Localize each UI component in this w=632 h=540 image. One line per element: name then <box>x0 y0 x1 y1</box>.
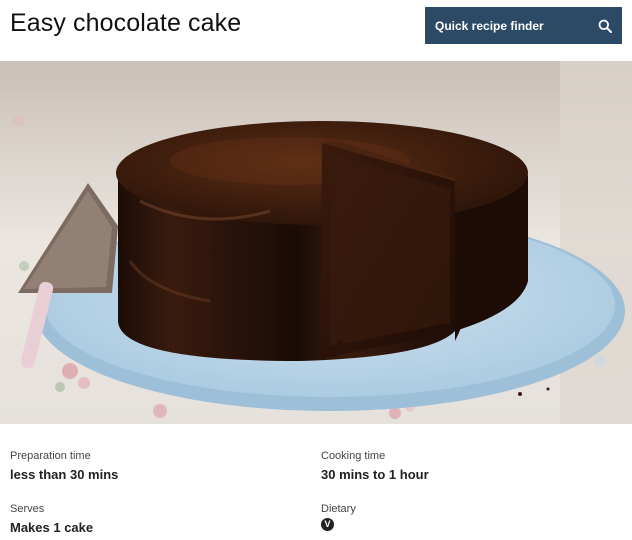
dietary-label: Dietary <box>321 503 356 515</box>
cook-time-value: 30 mins to 1 hour <box>321 467 429 482</box>
chocolate-cake-photo <box>0 61 632 424</box>
quick-recipe-finder-label: Quick recipe finder <box>435 18 544 33</box>
cook-time-label: Cooking time <box>321 450 386 462</box>
serves-value: Makes 1 cake <box>10 520 94 535</box>
page-title: Easy chocolate cake <box>10 9 242 37</box>
prep-time-value: less than 30 mins <box>10 467 119 482</box>
quick-recipe-finder-button[interactable]: Quick recipe finder <box>425 7 622 44</box>
serves-label: Serves <box>10 503 45 515</box>
search-icon <box>598 19 612 33</box>
prep-time-label: Preparation time <box>10 450 91 462</box>
vegetarian-icon: V <box>321 518 334 531</box>
